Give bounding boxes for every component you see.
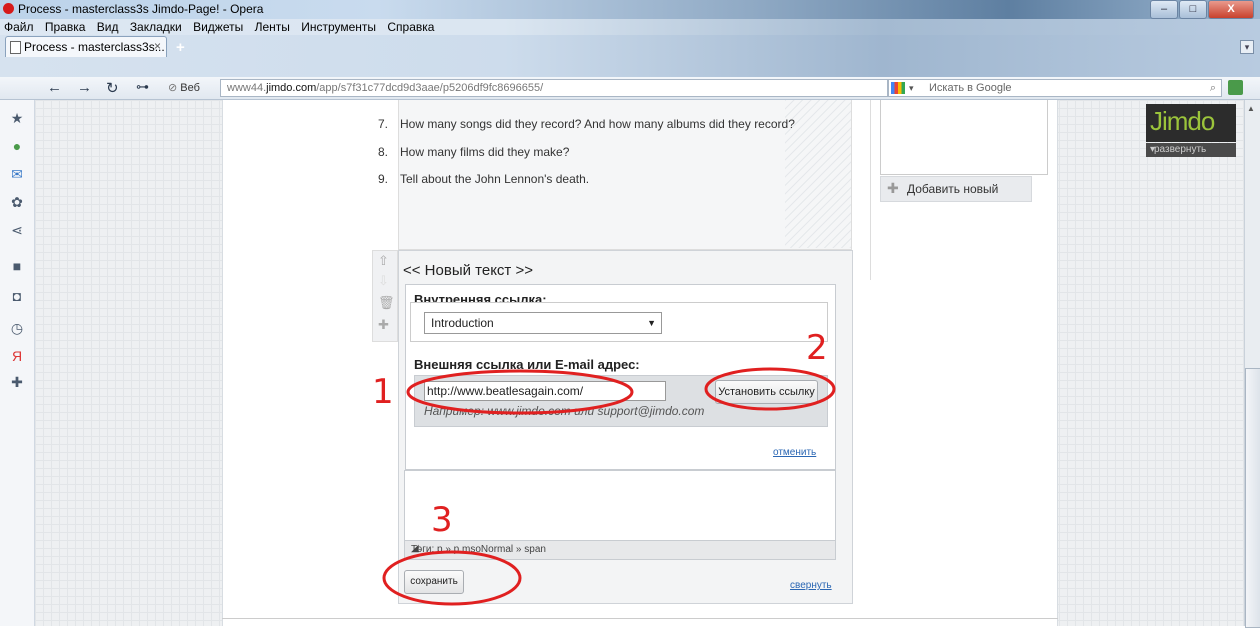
annotation-circle-save [382, 550, 522, 606]
annotation-circle-set-link [704, 367, 836, 411]
annotation-number-2: 2 [806, 328, 828, 368]
annotation-layer [382, 367, 836, 606]
annotation-number-3: 3 [431, 500, 453, 540]
annotation-circle-url [406, 369, 634, 415]
annotation-number-1: 1 [372, 372, 394, 412]
